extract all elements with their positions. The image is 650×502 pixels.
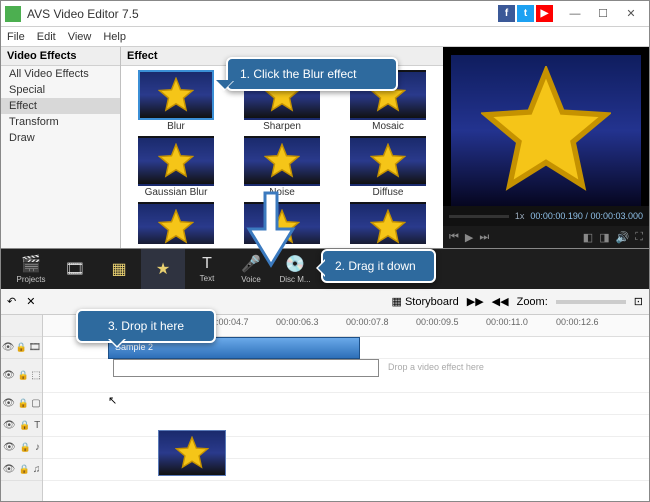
speed-label: 1x [515, 211, 525, 221]
track-headers: 🎞 ⬚ ▢ T ♪ ♫ [1, 315, 43, 501]
seek-slider[interactable] [449, 215, 509, 218]
preview-viewport [451, 55, 641, 206]
play-button[interactable]: ▶ [465, 231, 473, 244]
titlebar: AVS Video Editor 7.5 f t ▶ — ☐ ✕ [1, 1, 649, 27]
track-hdr-audio2[interactable]: ♫ [1, 459, 42, 481]
zoom-label: Zoom: [517, 296, 548, 308]
menu-edit[interactable]: Edit [37, 31, 56, 43]
maximize-button[interactable]: ☐ [589, 4, 617, 24]
category-special[interactable]: Special [1, 82, 120, 98]
prev-button[interactable]: ⏮ [449, 231, 459, 244]
track-audio[interactable] [43, 437, 649, 459]
tab-projects[interactable]: 🎬Projects [9, 249, 53, 289]
effect-minimal[interactable]: Minimal [337, 202, 439, 244]
track-text[interactable] [43, 415, 649, 437]
window-buttons: — ☐ ✕ [561, 4, 645, 24]
ruler-spacer [1, 315, 42, 337]
track-hdr-audio[interactable]: ♪ [1, 437, 42, 459]
time-current: 00:00:00.190 [530, 211, 583, 221]
tab-transitions[interactable]: ▦ [97, 249, 141, 289]
track-audio2[interactable] [43, 459, 649, 481]
callout-step3: 3. Drop it here [76, 309, 216, 343]
prev-clip-button[interactable]: ◀◀ [492, 295, 509, 308]
category-effect[interactable]: Effect [1, 98, 120, 114]
app-title: AVS Video Editor 7.5 [27, 7, 498, 21]
panel-header: Video Effects [1, 47, 120, 66]
dragging-effect-thumb [158, 430, 226, 476]
social-links: f t ▶ [498, 5, 553, 22]
preview-panel: 1x 00:00:00.190 / 00:00:03.000 ⏮ ▶ ⏭ ◧ ◨… [443, 47, 649, 248]
effect-motion-blur[interactable]: Motion Blur [125, 202, 227, 244]
preview-timebar: 1x 00:00:00.190 / 00:00:03.000 [443, 206, 649, 226]
track-effect[interactable]: Drop a video effect here [43, 359, 649, 393]
zoom-fit-button[interactable]: ⊡ [634, 295, 643, 308]
twitter-icon[interactable]: t [517, 5, 534, 22]
effect-gaussian-blur[interactable]: Gaussian Blur [125, 136, 227, 198]
cursor-icon: ↖ [108, 394, 117, 407]
facebook-icon[interactable]: f [498, 5, 515, 22]
menu-help[interactable]: Help [103, 31, 126, 43]
fullscreen-button[interactable]: ⛶ [635, 231, 643, 244]
track-hdr-overlay[interactable]: ▢ [1, 393, 42, 415]
effect-diffuse[interactable]: Diffuse [337, 136, 439, 198]
drag-arrow-overlay [241, 189, 301, 269]
volume-icon[interactable]: 🔊 [616, 231, 630, 244]
menu-view[interactable]: View [68, 31, 92, 43]
menu-file[interactable]: File [7, 31, 25, 43]
mark-in-button[interactable]: ◧ [583, 231, 593, 244]
undo-button[interactable]: ↶ [7, 295, 16, 308]
zoom-slider[interactable] [556, 300, 626, 304]
menubar: File Edit View Help [1, 27, 649, 47]
next-clip-button[interactable]: ▶▶ [467, 295, 484, 308]
track-overlay[interactable] [43, 393, 649, 415]
time-total: 00:00:03.000 [590, 211, 643, 221]
mark-out-button[interactable]: ◨ [599, 231, 609, 244]
track-hdr-text[interactable]: T [1, 415, 42, 437]
tab-media[interactable]: 🎞 [53, 249, 97, 289]
drop-hint-text: Drop a video effect here [388, 362, 484, 372]
effect-blur[interactable]: Blur [125, 70, 227, 132]
category-all[interactable]: All Video Effects [1, 66, 120, 82]
track-hdr-effect[interactable]: ⬚ [1, 359, 42, 393]
effect-drop-zone[interactable] [113, 359, 379, 377]
category-transform[interactable]: Transform [1, 114, 120, 130]
next-button[interactable]: ⏭ [479, 231, 489, 244]
minimize-button[interactable]: — [561, 4, 589, 24]
close-button[interactable]: ✕ [617, 4, 645, 24]
youtube-icon[interactable]: ▶ [536, 5, 553, 22]
category-draw[interactable]: Draw [1, 130, 120, 146]
preview-controls: ⏮ ▶ ⏭ ◧ ◨ 🔊 ⛶ [443, 226, 649, 248]
delete-button[interactable]: ✕ [26, 295, 35, 308]
effects-category-panel: Video Effects All Video Effects Special … [1, 47, 121, 248]
callout-step1: 1. Click the Blur effect [226, 57, 398, 91]
track-hdr-video[interactable]: 🎞 [1, 337, 42, 359]
storyboard-toggle[interactable]: ▦ Storyboard [391, 295, 458, 308]
app-icon [5, 6, 21, 22]
tab-text[interactable]: TText [185, 249, 229, 289]
callout-step2: 2. Drag it down [321, 249, 436, 283]
tab-effects[interactable]: ★ [141, 249, 185, 289]
